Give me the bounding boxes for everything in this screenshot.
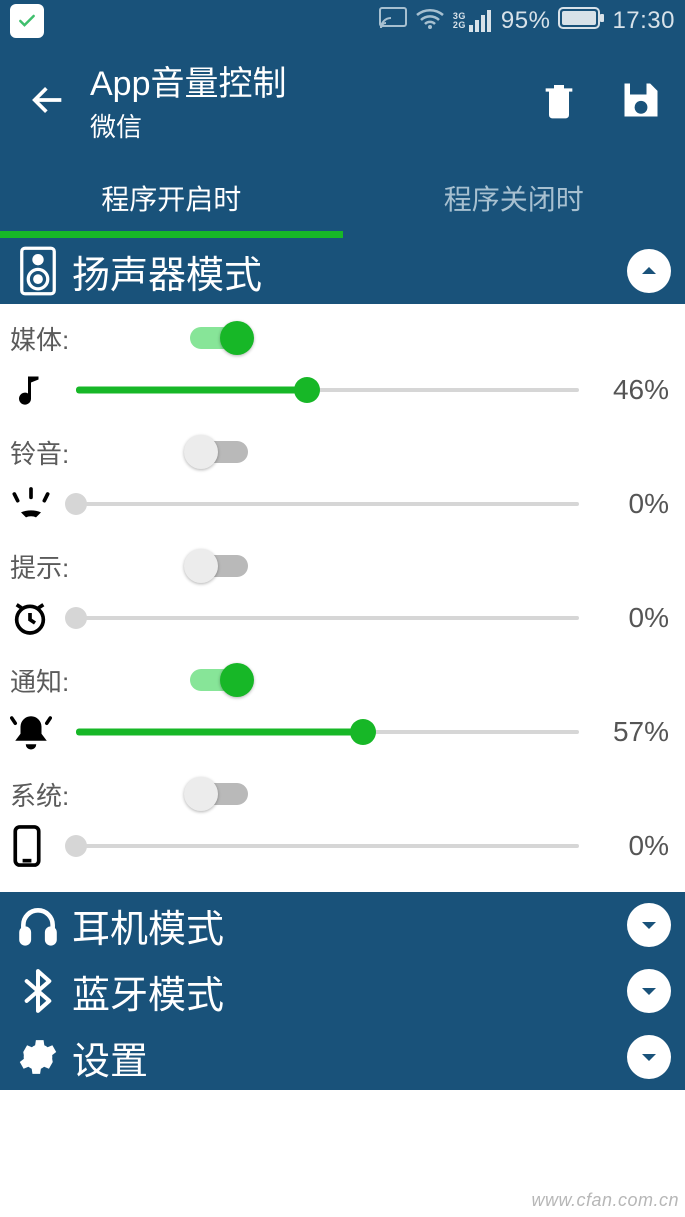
expand-bluetooth-button[interactable] bbox=[627, 969, 671, 1013]
status-bar: 3G2G 95% 17:30 bbox=[0, 0, 685, 42]
volume-row-notif: 通知: 57% bbox=[0, 654, 685, 768]
tab-on-close[interactable]: 程序关闭时 bbox=[343, 158, 685, 238]
tab-on-close-label: 程序关闭时 bbox=[444, 178, 584, 218]
section-speaker-header[interactable]: 扬声器模式 bbox=[0, 238, 685, 304]
volume-row-system: 系统: 0% bbox=[0, 768, 685, 882]
app-indicator-icon bbox=[10, 4, 44, 38]
section-bluetooth-title: 蓝牙模式 bbox=[72, 964, 627, 1019]
toolbar: App音量控制 微信 bbox=[0, 42, 685, 158]
percent-notif: 57% bbox=[589, 716, 669, 748]
back-button[interactable] bbox=[20, 72, 76, 128]
clock: 17:30 bbox=[612, 7, 675, 35]
expand-settings-button[interactable] bbox=[627, 1035, 671, 1079]
tab-on-start[interactable]: 程序开启时 bbox=[0, 158, 343, 238]
toggle-notif[interactable] bbox=[190, 669, 248, 691]
section-headphone-header[interactable]: 耳机模式 bbox=[0, 892, 685, 958]
toggle-alert[interactable] bbox=[190, 555, 248, 577]
percent-system: 0% bbox=[589, 830, 669, 862]
battery-icon bbox=[558, 7, 604, 36]
slider-media[interactable] bbox=[76, 376, 579, 404]
collapse-speaker-button[interactable] bbox=[627, 249, 671, 293]
slider-ring[interactable] bbox=[76, 490, 579, 518]
headphone-icon bbox=[14, 901, 62, 949]
page-title: App音量控制 bbox=[90, 56, 535, 105]
section-headphone-title: 耳机模式 bbox=[72, 898, 627, 953]
slider-system[interactable] bbox=[76, 832, 579, 860]
toggle-ring[interactable] bbox=[190, 441, 248, 463]
network-icon: 3G2G bbox=[453, 10, 493, 32]
tab-on-start-label: 程序开启时 bbox=[101, 178, 241, 218]
phone-ring-icon bbox=[10, 484, 70, 524]
slider-alert[interactable] bbox=[76, 604, 579, 632]
expand-headphone-button[interactable] bbox=[627, 903, 671, 947]
percent-ring: 0% bbox=[589, 488, 669, 520]
volume-label-notif: 通知: bbox=[10, 662, 190, 699]
volume-row-media: 媒体: 46% bbox=[0, 312, 685, 426]
cast-icon bbox=[379, 7, 407, 36]
volume-label-ring: 铃音: bbox=[10, 434, 190, 471]
watermark: www.cfan.com.cn bbox=[531, 1190, 679, 1211]
music-note-icon bbox=[10, 370, 70, 410]
delete-button[interactable] bbox=[535, 76, 583, 124]
tabs: 程序开启时 程序关闭时 bbox=[0, 158, 685, 238]
battery-percent: 95% bbox=[501, 7, 551, 35]
section-settings-header[interactable]: 设置 bbox=[0, 1024, 685, 1090]
percent-media: 46% bbox=[589, 374, 669, 406]
bluetooth-icon bbox=[14, 967, 62, 1015]
bell-icon bbox=[10, 711, 70, 753]
volume-row-ring: 铃音: 0% bbox=[0, 426, 685, 540]
volume-label-media: 媒体: bbox=[10, 320, 190, 357]
gear-icon bbox=[14, 1033, 62, 1081]
save-button[interactable] bbox=[617, 76, 665, 124]
volume-label-alert: 提示: bbox=[10, 548, 190, 585]
section-bluetooth-header[interactable]: 蓝牙模式 bbox=[0, 958, 685, 1024]
section-speaker-title: 扬声器模式 bbox=[72, 244, 627, 299]
alarm-clock-icon bbox=[10, 598, 70, 638]
volume-label-system: 系统: bbox=[10, 776, 190, 813]
percent-alert: 0% bbox=[589, 602, 669, 634]
speaker-icon bbox=[14, 247, 62, 295]
slider-notif[interactable] bbox=[76, 718, 579, 746]
volume-row-alert: 提示: 0% bbox=[0, 540, 685, 654]
phone-icon bbox=[10, 824, 70, 868]
volume-list: 媒体: 46% 铃音: 0% bbox=[0, 304, 685, 892]
section-settings-title: 设置 bbox=[72, 1030, 627, 1085]
wifi-icon bbox=[415, 7, 445, 36]
page-subtitle: 微信 bbox=[90, 107, 535, 144]
toggle-media[interactable] bbox=[190, 327, 248, 349]
toggle-system[interactable] bbox=[190, 783, 248, 805]
